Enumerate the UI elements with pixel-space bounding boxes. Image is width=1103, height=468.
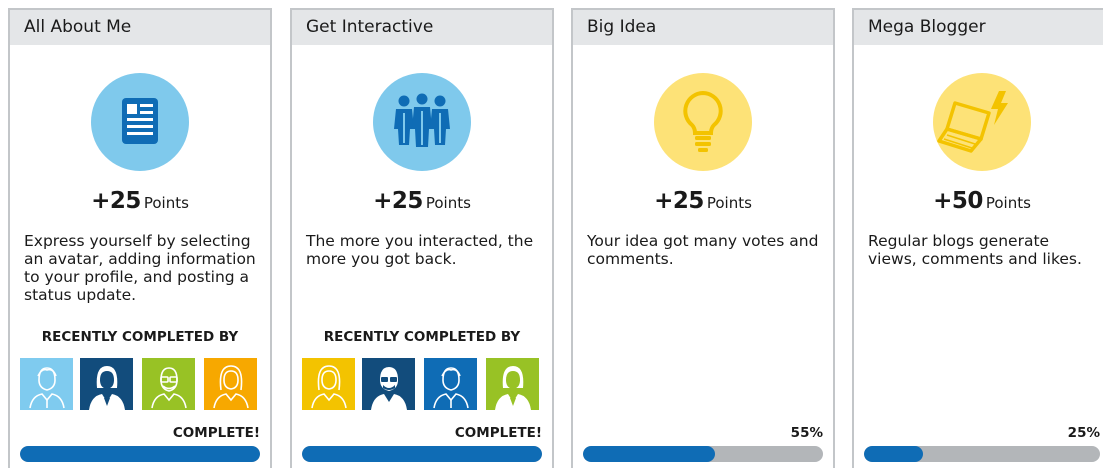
progress-bar	[302, 446, 542, 462]
card-title: All About Me	[10, 10, 270, 45]
card-description: Your idea got many votes and comments.	[587, 232, 819, 268]
achievement-card-big-idea[interactable]: Big Idea +25 Points Your idea got many vo…	[571, 8, 835, 468]
achievement-card-mega-blogger[interactable]: Mega Blogger +50 Points Regular blogs gen…	[852, 8, 1103, 468]
recently-completed-heading: RECENTLY COMPLETED BY	[323, 329, 521, 345]
lightbulb-icon	[654, 73, 752, 171]
card-title: Mega Blogger	[854, 10, 1103, 45]
points-value: +25	[91, 188, 141, 214]
recently-completed-heading: RECENTLY COMPLETED BY	[41, 329, 239, 345]
points-award: +25 Points	[573, 188, 833, 214]
points-label: Points	[425, 194, 471, 212]
avatar-man-glasses-green[interactable]	[142, 358, 195, 410]
points-label: Points	[985, 194, 1031, 212]
points-value: +25	[373, 188, 423, 214]
progress-bar	[20, 446, 260, 462]
avatar-woman-dark-blue[interactable]	[80, 358, 133, 410]
points-award: +50 Points	[854, 188, 1103, 214]
points-value: +25	[654, 188, 704, 214]
avatar-woman-green[interactable]	[486, 358, 539, 410]
progress-fill	[302, 446, 542, 462]
progress-fill	[20, 446, 260, 462]
achievements-row: All About Me +25 Points Express yourself …	[0, 0, 1103, 468]
progress-fill	[583, 446, 715, 462]
completion-status: COMPLETE!	[172, 425, 260, 441]
achievement-card-get-interactive[interactable]: Get Interactive +25 Points The more you …	[290, 8, 554, 468]
progress-bar	[864, 446, 1100, 462]
avatar-man-light-blue[interactable]	[20, 358, 73, 410]
points-value: +50	[933, 188, 983, 214]
completion-status: 55%	[790, 425, 823, 441]
card-description: Regular blogs generate views, comments a…	[868, 232, 1082, 268]
card-description: The more you interacted, the more you go…	[306, 232, 534, 268]
people-group-icon	[373, 73, 471, 171]
profile-document-icon	[91, 73, 189, 171]
points-award: +25 Points	[10, 188, 270, 214]
progress-fill	[864, 446, 923, 462]
recent-avatars	[20, 358, 260, 410]
avatar-woman-orange[interactable]	[204, 358, 257, 410]
points-award: +25 Points	[292, 188, 552, 214]
points-label: Points	[143, 194, 189, 212]
card-title: Get Interactive	[292, 10, 552, 45]
laptop-lightning-icon	[933, 73, 1031, 171]
avatar-woman-yellow[interactable]	[302, 358, 355, 410]
points-label: Points	[706, 194, 752, 212]
recent-avatars	[302, 358, 542, 410]
card-description: Express yourself by selecting an avatar,…	[24, 232, 256, 304]
completion-status: COMPLETE!	[454, 425, 542, 441]
avatar-man-blue[interactable]	[424, 358, 477, 410]
card-title: Big Idea	[573, 10, 833, 45]
progress-bar	[583, 446, 823, 462]
avatar-man-glasses-dark-blue[interactable]	[362, 358, 415, 410]
achievement-card-all-about-me[interactable]: All About Me +25 Points Express yourself …	[8, 8, 272, 468]
completion-status: 25%	[1067, 425, 1100, 441]
